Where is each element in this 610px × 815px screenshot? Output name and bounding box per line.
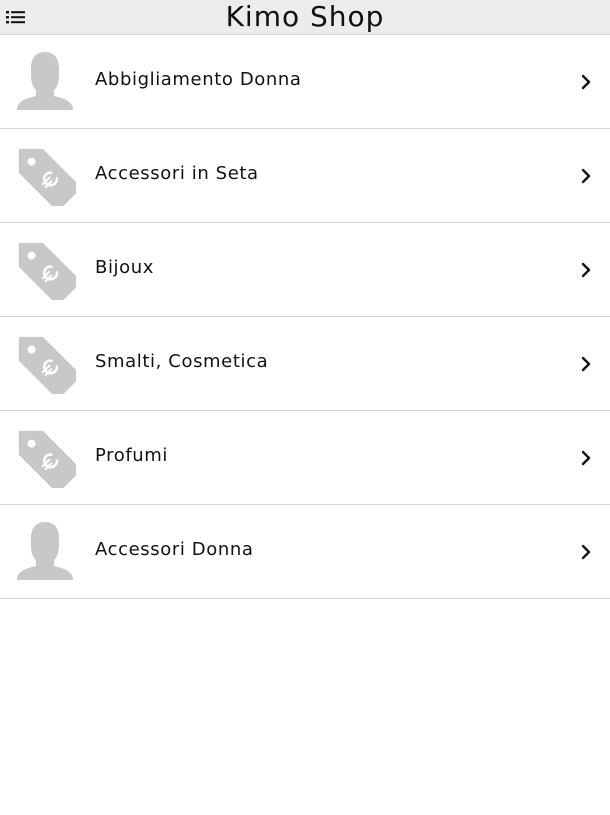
category-label: Smalti, Cosmetica [95, 351, 269, 372]
chevron-right-icon [581, 356, 591, 372]
app-header: Kimo Shop [0, 0, 610, 35]
category-row-bijoux[interactable]: Bijoux [0, 223, 610, 317]
category-list: Abbigliamento Donna Accessori in Seta Bi… [0, 35, 610, 599]
chevron-right-icon [581, 74, 591, 90]
chevron-right-icon [581, 450, 591, 466]
category-label: Profumi [95, 445, 169, 466]
category-label: Bijoux [95, 257, 155, 278]
price-tag-euro-icon [18, 242, 76, 300]
category-row-abbigliamento-donna[interactable]: Abbigliamento Donna [0, 35, 610, 129]
chevron-right-icon [581, 168, 591, 184]
chevron-right-icon [581, 262, 591, 278]
category-label: Accessori Donna [95, 539, 254, 560]
woman-silhouette-icon [17, 522, 73, 580]
price-tag-euro-icon [18, 148, 76, 206]
price-tag-euro-icon [18, 336, 76, 394]
category-row-accessori-in-seta[interactable]: Accessori in Seta [0, 129, 610, 223]
woman-silhouette-icon [17, 52, 73, 110]
chevron-right-icon [581, 544, 591, 560]
category-label: Abbigliamento Donna [95, 69, 302, 90]
category-row-smalti-cosmetica[interactable]: Smalti, Cosmetica [0, 317, 610, 411]
category-label: Accessori in Seta [95, 163, 259, 184]
category-row-profumi[interactable]: Profumi [0, 411, 610, 505]
price-tag-euro-icon [18, 430, 76, 488]
page-title: Kimo Shop [225, 0, 385, 33]
category-row-accessori-donna[interactable]: Accessori Donna [0, 505, 610, 599]
